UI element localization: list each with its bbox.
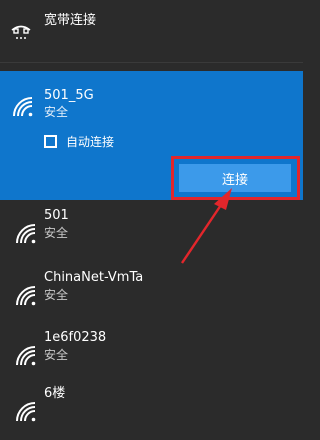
network-item[interactable]: 1e6f0238 安全: [0, 322, 303, 384]
network-item[interactable]: 501 安全: [0, 200, 303, 262]
network-status: 安全: [44, 288, 69, 302]
network-name: 6楼: [44, 386, 66, 401]
network-name: 501_5G: [44, 88, 94, 103]
network-status: 安全: [44, 226, 69, 240]
dialup-connection[interactable]: 宽带连接: [0, 0, 303, 62]
network-name: ChinaNet-VmTa: [44, 270, 144, 285]
network-name: 1e6f0238: [44, 330, 107, 345]
connect-button[interactable]: 连接: [179, 164, 291, 192]
network-status: 安全: [44, 348, 69, 362]
divider: [0, 62, 303, 63]
network-item[interactable]: ChinaNet-VmTa 安全: [0, 262, 303, 324]
auto-connect-checkbox[interactable]: [44, 135, 57, 148]
wifi-signal-icon: [16, 224, 36, 244]
wifi-signal-icon: [16, 402, 36, 422]
dialup-label: 宽带连接: [44, 13, 97, 28]
connect-highlight-box: 连接: [171, 156, 300, 200]
wifi-signal-icon: [16, 346, 36, 366]
wifi-signal-icon: [16, 286, 36, 306]
network-status: 安全: [44, 105, 69, 119]
auto-connect-label: 自动连接: [66, 135, 115, 149]
wifi-signal-icon: [13, 97, 33, 117]
network-item[interactable]: 6楼: [0, 378, 303, 440]
dialup-icon: [11, 25, 31, 39]
network-name: 501: [44, 208, 69, 223]
